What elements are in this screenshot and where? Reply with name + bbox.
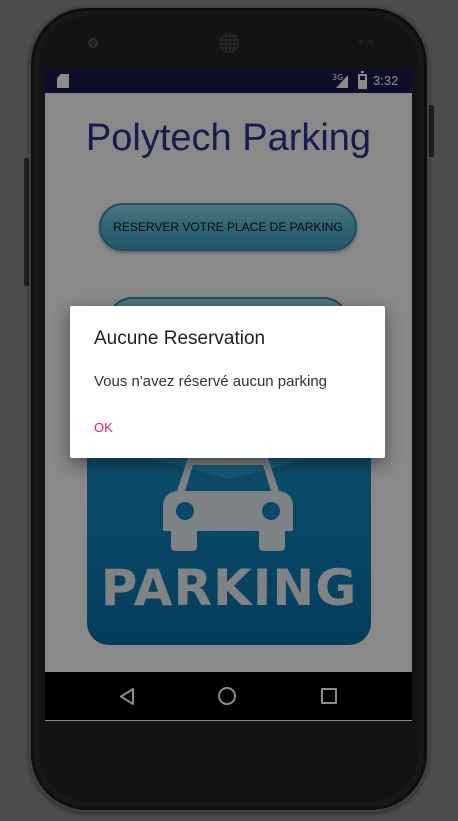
dialog-title: Aucune Reservation bbox=[94, 328, 266, 349]
ok-button[interactable]: OK bbox=[82, 414, 125, 441]
dialog-message: Vous n'avez réservé aucun parking bbox=[94, 373, 328, 390]
no-reservation-dialog: Aucune Reservation Vous n'avez réservé a… bbox=[70, 306, 385, 458]
